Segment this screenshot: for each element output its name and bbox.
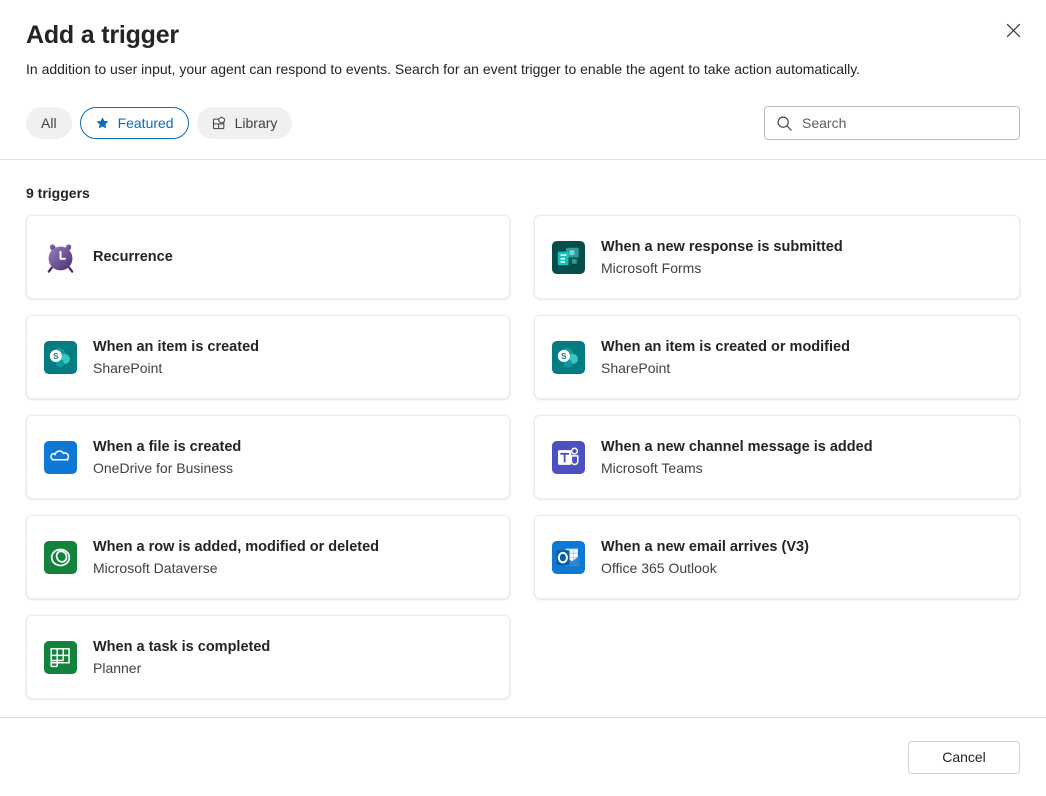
cancel-button[interactable]: Cancel: [908, 741, 1020, 774]
trigger-card-outlook-new-email[interactable]: When a new email arrives (V3) Office 365…: [534, 515, 1020, 599]
trigger-list-region: 9 triggers: [0, 160, 1046, 717]
trigger-connector: Planner: [93, 658, 270, 678]
trigger-connector: OneDrive for Business: [93, 458, 241, 478]
trigger-title: When a new response is submitted: [601, 237, 843, 257]
filter-pill-featured[interactable]: Featured: [80, 107, 189, 139]
filter-pill-library-label: Library: [235, 115, 278, 131]
svg-text:S: S: [561, 351, 567, 360]
recurrence-clock-icon: [43, 240, 77, 274]
trigger-card-recurrence[interactable]: Recurrence: [26, 215, 510, 299]
filter-bar: All Featured Library: [0, 80, 1046, 159]
trigger-card-forms-new-response[interactable]: When a new response is submitted Microso…: [534, 215, 1020, 299]
trigger-card-text: When a new response is submitted Microso…: [601, 237, 843, 278]
trigger-card-text: When an item is created SharePoint: [93, 337, 259, 378]
trigger-card-text: When a task is completed Planner: [93, 637, 270, 678]
trigger-card-text: When a file is created OneDrive for Busi…: [93, 437, 241, 478]
trigger-card-text: When a row is added, modified or deleted…: [93, 537, 379, 578]
close-button[interactable]: [995, 14, 1031, 50]
filter-pill-all[interactable]: All: [26, 107, 72, 139]
trigger-title: When a task is completed: [93, 637, 270, 657]
trigger-card-text: When a new channel message is added Micr…: [601, 437, 873, 478]
trigger-title: When a row is added, modified or deleted: [93, 537, 379, 557]
page-title: Add a trigger: [26, 20, 1020, 50]
trigger-grid: Recurrence When a new response i: [26, 215, 1020, 699]
outlook-icon: [551, 540, 585, 574]
trigger-title: When a new email arrives (V3): [601, 537, 809, 557]
trigger-connector: Microsoft Dataverse: [93, 558, 379, 578]
search-input[interactable]: [802, 107, 1009, 139]
trigger-title: When an item is created or modified: [601, 337, 850, 357]
trigger-card-onedrive-file-created[interactable]: When a file is created OneDrive for Busi…: [26, 415, 510, 499]
dialog-footer: Cancel: [0, 718, 1046, 796]
svg-text:S: S: [53, 351, 59, 360]
trigger-card-text: When a new email arrives (V3) Office 365…: [601, 537, 809, 578]
trigger-card-text: Recurrence: [93, 247, 173, 267]
trigger-card-sharepoint-item-created[interactable]: S When an item is created SharePoint: [26, 315, 510, 399]
filter-pill-featured-label: Featured: [118, 115, 174, 131]
planner-icon: [43, 640, 77, 674]
sharepoint-icon: S: [551, 340, 585, 374]
search-icon: [775, 114, 793, 132]
filter-pill-library[interactable]: Library: [197, 107, 293, 139]
filter-pill-group: All Featured Library: [26, 107, 292, 139]
trigger-card-teams-channel-message[interactable]: When a new channel message is added Micr…: [534, 415, 1020, 499]
trigger-connector: SharePoint: [601, 358, 850, 378]
trigger-connector: Microsoft Forms: [601, 258, 843, 278]
trigger-title: Recurrence: [93, 247, 173, 267]
trigger-title: When a file is created: [93, 437, 241, 457]
filter-pill-all-label: All: [41, 115, 57, 131]
trigger-card-planner-task-completed[interactable]: When a task is completed Planner: [26, 615, 510, 699]
dialog-subtitle: In addition to user input, your agent ca…: [26, 59, 936, 80]
close-icon: [1006, 23, 1021, 41]
onedrive-icon: [43, 440, 77, 474]
trigger-title: When a new channel message is added: [601, 437, 873, 457]
library-icon: [212, 115, 228, 131]
sharepoint-icon: S: [43, 340, 77, 374]
microsoft-teams-icon: [551, 440, 585, 474]
dataverse-icon: [43, 540, 77, 574]
dialog-header: Add a trigger In addition to user input,…: [0, 0, 1046, 80]
microsoft-forms-icon: [551, 240, 585, 274]
trigger-card-sharepoint-item-created-or-modified[interactable]: S When an item is created or modified Sh…: [534, 315, 1020, 399]
add-trigger-dialog: Add a trigger In addition to user input,…: [0, 0, 1046, 796]
result-count: 9 triggers: [26, 185, 1020, 201]
trigger-connector: SharePoint: [93, 358, 259, 378]
trigger-card-text: When an item is created or modified Shar…: [601, 337, 850, 378]
trigger-title: When an item is created: [93, 337, 259, 357]
trigger-connector: Microsoft Teams: [601, 458, 873, 478]
star-icon: [95, 115, 111, 131]
trigger-card-dataverse-row-changed[interactable]: When a row is added, modified or deleted…: [26, 515, 510, 599]
trigger-connector: Office 365 Outlook: [601, 558, 809, 578]
search-box[interactable]: [764, 106, 1020, 140]
